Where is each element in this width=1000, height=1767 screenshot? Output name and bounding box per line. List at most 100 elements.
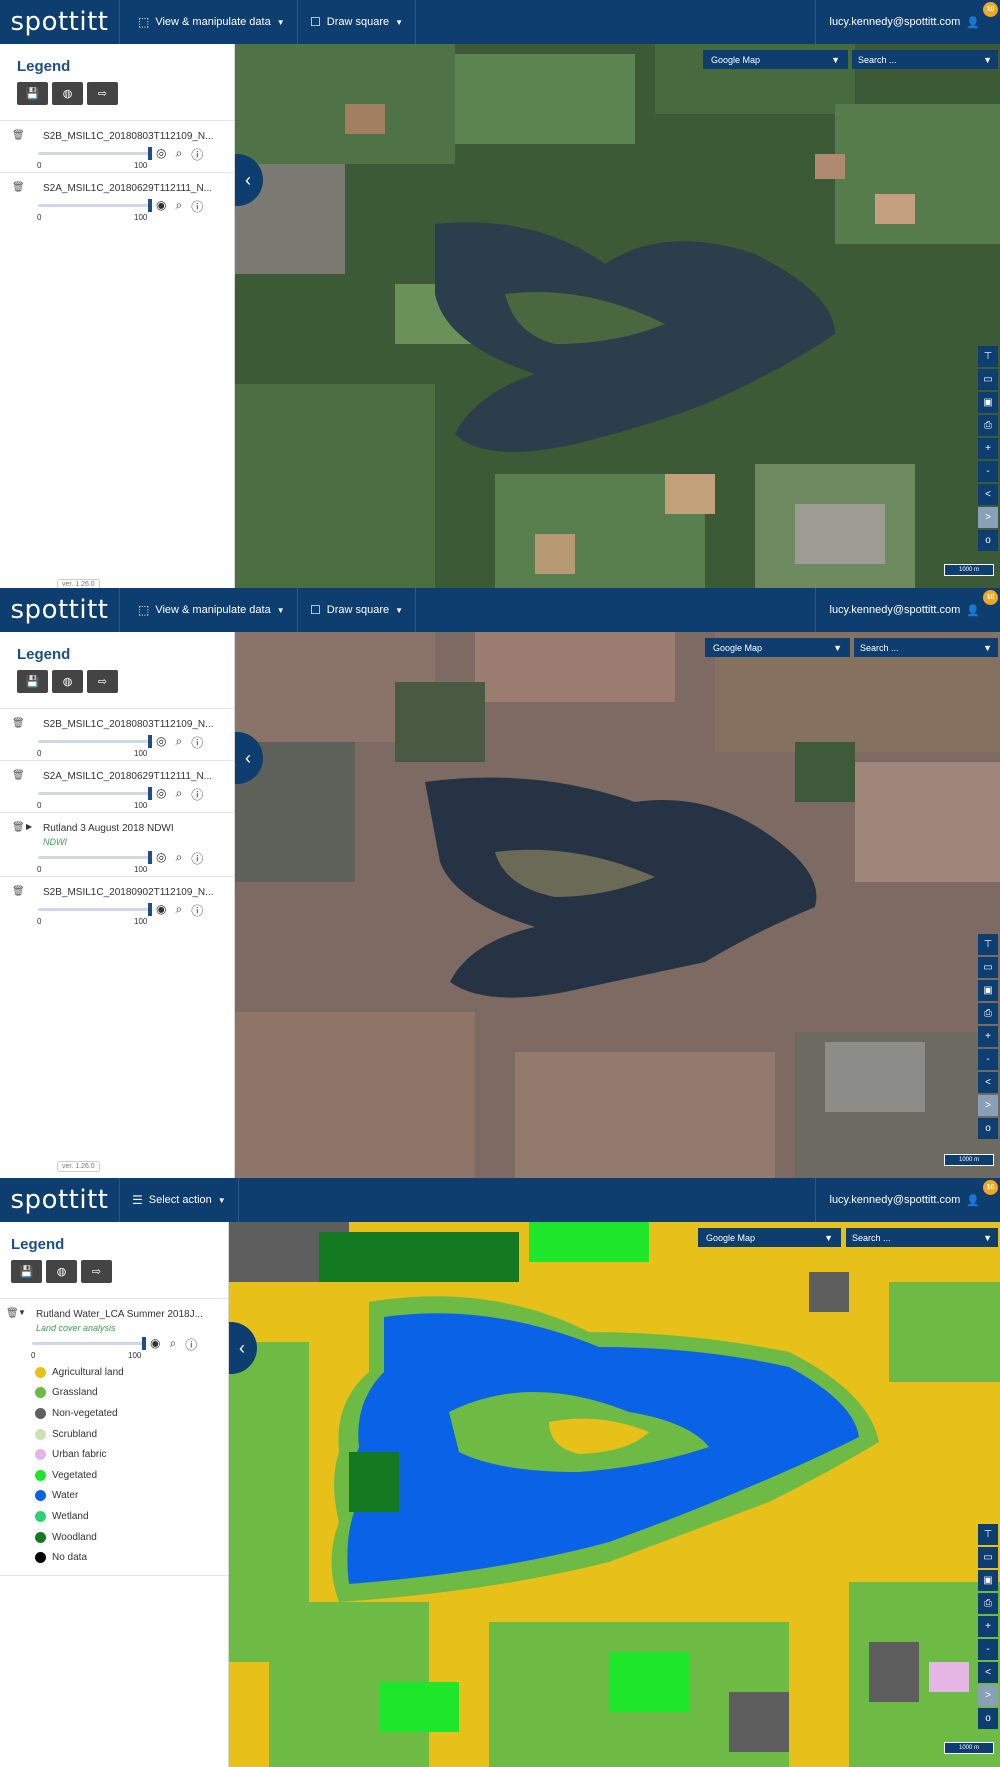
slider-handle[interactable] (148, 147, 152, 160)
layer-item[interactable]: 🗑 S2A_MSIL1C_20180629T112111_N... 0 100 … (0, 172, 234, 224)
layer-item[interactable]: 🗑 S2B_MSIL1C_20180803T112109_N... 0 100 … (0, 708, 234, 760)
zoom-icon[interactable]: ⌕ (175, 198, 182, 215)
slider-handle[interactable] (142, 1337, 146, 1350)
reset-view-icon[interactable]: o (978, 1118, 998, 1139)
trash-icon[interactable]: 🗑 (12, 770, 25, 781)
image-icon[interactable]: ▣ (978, 1570, 998, 1591)
trash-icon[interactable]: 🗑 (6, 1308, 19, 1319)
zoom-out-icon[interactable]: - (978, 1049, 998, 1070)
eye-slash-icon[interactable]: ◎ (156, 734, 166, 751)
reset-view-icon[interactable]: o (978, 1708, 998, 1729)
map-view[interactable]: Google Map ▼ Search ... ▼ ‹ ⊤ ▭ ▣ ⎙ + - … (235, 632, 1000, 1178)
slider-handle[interactable] (148, 735, 152, 748)
view-manipulate-menu[interactable]: ⬚ View & manipulate data ▼ (126, 0, 298, 44)
expand-arrow-icon[interactable]: ▶ (26, 822, 32, 831)
save-icon[interactable]: 💾 (17, 82, 48, 105)
layer-item[interactable]: 🗑 ▼ Rutland Water_LCA Summer 2018J... La… (0, 1298, 228, 1362)
zoom-in-icon[interactable]: + (978, 1616, 998, 1637)
globe-icon[interactable]: ◍ (46, 1260, 77, 1283)
layer-item[interactable]: 🗑 S2A_MSIL1C_20180629T112111_N... 0 100 … (0, 760, 234, 812)
slider-handle[interactable] (148, 787, 152, 800)
export-icon[interactable]: ⇨ (81, 1260, 112, 1283)
trash-icon[interactable]: 🗑 (12, 182, 25, 193)
eye-slash-icon[interactable]: ◎ (156, 146, 166, 163)
pan-right-icon[interactable]: > (978, 1095, 998, 1116)
expand-arrow-icon[interactable]: ▼ (18, 1308, 26, 1317)
opacity-slider[interactable] (38, 787, 152, 800)
notification-badge[interactable]: 10 (983, 1180, 998, 1195)
map-view[interactable]: Google Map ▼ Search ... ▼ ‹ ⊤ ▭ ▣ ⎙ + - … (229, 1222, 1000, 1767)
print-icon[interactable]: ⎙ (978, 415, 998, 436)
notification-badge[interactable]: 10 (983, 590, 998, 605)
slider-handle[interactable] (148, 851, 152, 864)
pan-right-icon[interactable]: > (978, 1685, 998, 1706)
user-menu[interactable]: lucy.kennedy@spottitt.com 👤 (814, 588, 1000, 632)
trash-icon[interactable]: 🗑 (12, 130, 25, 141)
basemap-select[interactable]: Google Map ▼ (703, 50, 848, 69)
zoom-icon[interactable]: ⌕ (175, 902, 182, 919)
opacity-slider[interactable] (38, 903, 152, 916)
measure-icon[interactable]: ▭ (978, 369, 998, 390)
opacity-slider[interactable] (38, 147, 152, 160)
map-search[interactable]: Search ... ▼ (854, 638, 998, 657)
user-menu[interactable]: lucy.kennedy@spottitt.com 👤 (814, 1178, 1000, 1222)
zoom-icon[interactable]: ⌕ (175, 786, 182, 803)
basemap-select[interactable]: Google Map ▼ (698, 1228, 841, 1247)
image-icon[interactable]: ▣ (978, 980, 998, 1001)
spottitt-logo[interactable]: spottitt (0, 1178, 120, 1222)
export-icon[interactable]: ⇨ (87, 670, 118, 693)
eye-icon[interactable]: ◉ (156, 198, 166, 215)
eye-icon[interactable]: ◉ (150, 1336, 160, 1353)
spottitt-logo[interactable]: spottitt (0, 588, 120, 632)
save-icon[interactable]: 💾 (11, 1260, 42, 1283)
reset-view-icon[interactable]: o (978, 530, 998, 551)
measure-icon[interactable]: ▭ (978, 1547, 998, 1568)
slider-handle[interactable] (148, 903, 152, 916)
basemap-select[interactable]: Google Map ▼ (705, 638, 850, 657)
draw-square-menu[interactable]: ☐ Draw square ▼ (298, 588, 417, 632)
trash-icon[interactable]: 🗑 (12, 886, 25, 897)
trash-icon[interactable]: 🗑 (12, 718, 25, 729)
measure-icon[interactable]: ▭ (978, 957, 998, 978)
zoom-out-icon[interactable]: - (978, 1639, 998, 1660)
select-action-menu[interactable]: ☰ Select action ▼ (120, 1178, 239, 1222)
zoom-icon[interactable]: ⌕ (175, 850, 182, 867)
opacity-slider[interactable] (38, 735, 152, 748)
layer-item[interactable]: 🗑 S2B_MSIL1C_20180902T112109_N... 0 100 … (0, 876, 234, 928)
ruler-icon[interactable]: ⊤ (978, 346, 998, 367)
pan-left-icon[interactable]: < (978, 1072, 998, 1093)
info-icon[interactable]: ⓘ (191, 734, 203, 751)
trash-icon[interactable]: 🗑 (12, 822, 25, 833)
info-icon[interactable]: ⓘ (191, 786, 203, 803)
opacity-slider[interactable] (32, 1337, 146, 1350)
zoom-in-icon[interactable]: + (978, 1026, 998, 1047)
opacity-slider[interactable] (38, 851, 152, 864)
globe-icon[interactable]: ◍ (52, 670, 83, 693)
zoom-icon[interactable]: ⌕ (175, 734, 182, 751)
eye-slash-icon[interactable]: ◎ (156, 786, 166, 803)
ruler-icon[interactable]: ⊤ (978, 1524, 998, 1545)
layer-item[interactable]: 🗑 S2B_MSIL1C_20180803T112109_N... 0 100 … (0, 120, 234, 172)
eye-slash-icon[interactable]: ◎ (156, 850, 166, 867)
view-manipulate-menu[interactable]: ⬚ View & manipulate data ▼ (126, 588, 298, 632)
zoom-in-icon[interactable]: + (978, 438, 998, 459)
print-icon[interactable]: ⎙ (978, 1003, 998, 1024)
zoom-out-icon[interactable]: - (978, 461, 998, 482)
draw-square-menu[interactable]: ☐ Draw square ▼ (298, 0, 417, 44)
globe-icon[interactable]: ◍ (52, 82, 83, 105)
export-icon[interactable]: ⇨ (87, 82, 118, 105)
notification-badge[interactable]: 10 (983, 2, 998, 17)
slider-handle[interactable] (148, 199, 152, 212)
print-icon[interactable]: ⎙ (978, 1593, 998, 1614)
info-icon[interactable]: ⓘ (191, 902, 203, 919)
pan-left-icon[interactable]: < (978, 1662, 998, 1683)
info-icon[interactable]: ⓘ (191, 146, 203, 163)
pan-left-icon[interactable]: < (978, 484, 998, 505)
image-icon[interactable]: ▣ (978, 392, 998, 413)
info-icon[interactable]: ⓘ (191, 850, 203, 867)
ruler-icon[interactable]: ⊤ (978, 934, 998, 955)
map-search[interactable]: Search ... ▼ (852, 50, 998, 69)
spottitt-logo[interactable]: spottitt (0, 0, 120, 44)
info-icon[interactable]: ⓘ (191, 198, 203, 215)
user-menu[interactable]: lucy.kennedy@spottitt.com 👤 (814, 0, 1000, 44)
